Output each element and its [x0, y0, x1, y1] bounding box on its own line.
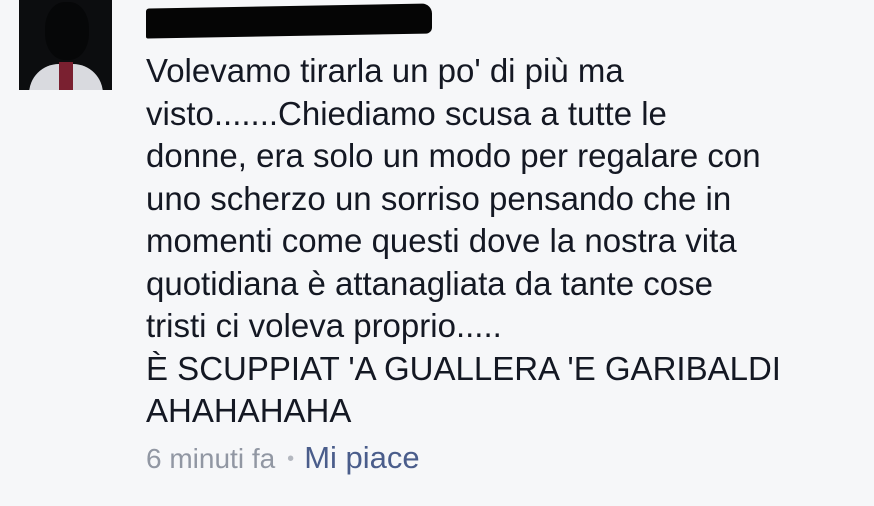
timestamp[interactable]: 6 minuti fa — [146, 443, 275, 474]
comment-line: tristi ci voleva proprio..... — [146, 307, 502, 344]
comment: Volevamo tirarla un po' di più ma visto.… — [0, 0, 874, 506]
avatar-tie — [59, 62, 73, 90]
comment-line: Volevamo tirarla un po' di più ma — [146, 52, 624, 89]
comment-line: donne, era solo un modo per regalare con — [146, 137, 761, 174]
separator-dot: • — [287, 448, 295, 470]
comment-line: È SCUPPIAT 'A GUALLERA 'E GARIBALDI — [146, 349, 781, 387]
comment-line: quotidiana è attanagliata da tante cose — [146, 264, 713, 302]
comment-line: visto.......Chiediamo scusa a tutte le — [146, 94, 667, 132]
comment-line: uno scherzo un sorriso pensando che in — [146, 179, 732, 217]
avatar[interactable] — [19, 0, 112, 90]
avatar-head — [45, 2, 89, 60]
comment-line: momenti come questi dove la nostra vita — [146, 222, 737, 259]
comment-line: AHAHAHAHA — [146, 392, 352, 429]
comment-text: Volevamo tirarla un po' di più ma visto.… — [146, 50, 856, 433]
comment-meta: 6 minuti fa • Mi piace — [146, 440, 420, 480]
like-button[interactable]: Mi piace — [304, 440, 419, 475]
author-name-redacted[interactable] — [146, 3, 432, 39]
